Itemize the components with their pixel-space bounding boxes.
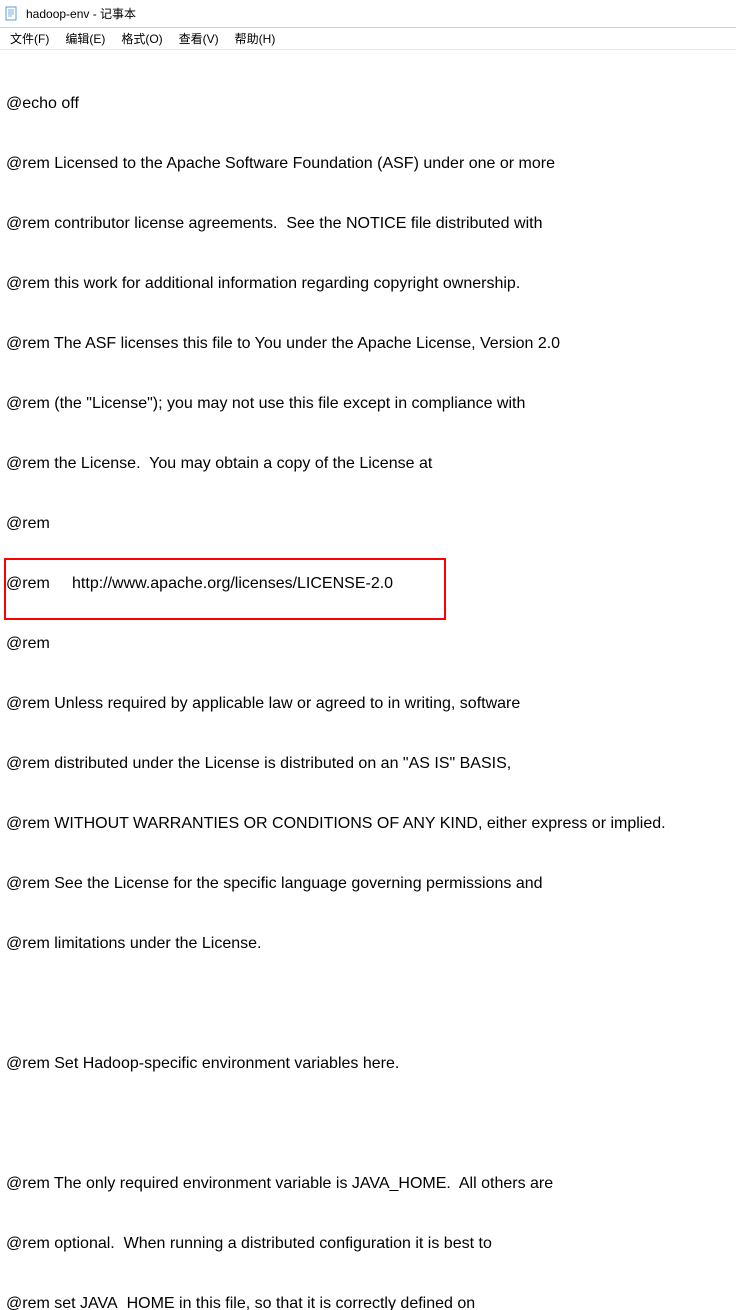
text-line [6, 1114, 730, 1134]
title-bar: hadoop-env - 记事本 [0, 0, 736, 28]
text-line: @echo off [6, 94, 730, 114]
text-line: @rem [6, 514, 730, 534]
text-line: @rem distributed under the License is di… [6, 754, 730, 774]
text-line: @rem optional. When running a distribute… [6, 1234, 730, 1254]
text-editor-content[interactable]: @echo off @rem Licensed to the Apache So… [0, 50, 736, 1310]
menu-help[interactable]: 帮助(H) [227, 28, 284, 49]
text-line: @rem The ASF licenses this file to You u… [6, 334, 730, 354]
menu-bar: 文件(F) 编辑(E) 格式(O) 查看(V) 帮助(H) [0, 28, 736, 50]
text-line: @rem set JAVA_HOME in this file, so that… [6, 1294, 730, 1310]
text-line: @rem The only required environment varia… [6, 1174, 730, 1194]
menu-file[interactable]: 文件(F) [2, 28, 57, 49]
text-line: @rem Licensed to the Apache Software Fou… [6, 154, 730, 174]
text-line: @rem See the License for the specific la… [6, 874, 730, 894]
text-line: @rem this work for additional informatio… [6, 274, 730, 294]
menu-view[interactable]: 查看(V) [171, 28, 227, 49]
text-line: @rem (the "License"); you may not use th… [6, 394, 730, 414]
menu-edit[interactable]: 编辑(E) [57, 28, 113, 49]
menu-format[interactable]: 格式(O) [113, 28, 170, 49]
window-title: hadoop-env - 记事本 [26, 5, 136, 22]
text-line: @rem http://www.apache.org/licenses/LICE… [6, 574, 730, 594]
text-line [6, 994, 730, 1014]
text-line: @rem contributor license agreements. See… [6, 214, 730, 234]
notepad-icon [4, 6, 20, 22]
text-line: @rem WITHOUT WARRANTIES OR CONDITIONS OF… [6, 814, 730, 834]
text-line: @rem Set Hadoop-specific environment var… [6, 1054, 730, 1074]
text-line: @rem limitations under the License. [6, 934, 730, 954]
text-line: @rem [6, 634, 730, 654]
text-line: @rem the License. You may obtain a copy … [6, 454, 730, 474]
text-line: @rem Unless required by applicable law o… [6, 694, 730, 714]
